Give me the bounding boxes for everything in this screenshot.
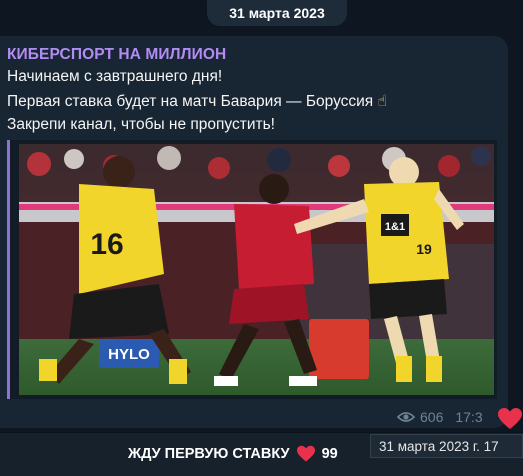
- message-meta: 606 17:3: [397, 408, 483, 426]
- reaction-button-label: ЖДУ ПЕРВУЮ СТАВКУ: [128, 446, 290, 462]
- board-text: HYLO: [108, 346, 150, 363]
- football-match-photo: HYLO 16 1&1 19: [19, 144, 494, 395]
- message-time: 17:3: [455, 409, 483, 425]
- message-line-1: Начинаем с завтрашнего дня!: [7, 68, 223, 85]
- jersey-number-16: 16: [90, 228, 123, 261]
- view-count: 606: [420, 409, 444, 425]
- eye-icon: [397, 412, 415, 422]
- timestamp-tooltip: 31 марта 2023 г. 17: [370, 434, 523, 458]
- message-line-2-text: Первая ставка будет на матч Бавария — Бо…: [7, 93, 374, 110]
- channel-name[interactable]: КИБЕРСПОРТ НА МИЛЛИОН: [7, 46, 226, 64]
- pointing-up-emoji: ☝: [377, 93, 387, 110]
- heart-icon[interactable]: [497, 407, 523, 431]
- reaction-button[interactable]: ЖДУ ПЕРВУЮ СТАВКУ 99: [128, 440, 338, 468]
- message-line-2: Первая ставка будет на матч Бавария — Бо…: [7, 92, 387, 111]
- message-line-3: Закрепи канал, чтобы не пропустить!: [7, 116, 275, 133]
- sponsor-text: 1&1: [385, 221, 405, 233]
- reaction-count: 99: [321, 446, 338, 462]
- jersey-number-19-visible: 19: [416, 241, 432, 257]
- heart-icon: [296, 445, 315, 462]
- date-header: 31 марта 2023: [207, 0, 347, 26]
- message-photo[interactable]: HYLO 16 1&1 19: [7, 140, 497, 399]
- chat-view: 31 марта 2023 КИБЕРСПОРТ НА МИЛЛИОН Начи…: [0, 0, 523, 476]
